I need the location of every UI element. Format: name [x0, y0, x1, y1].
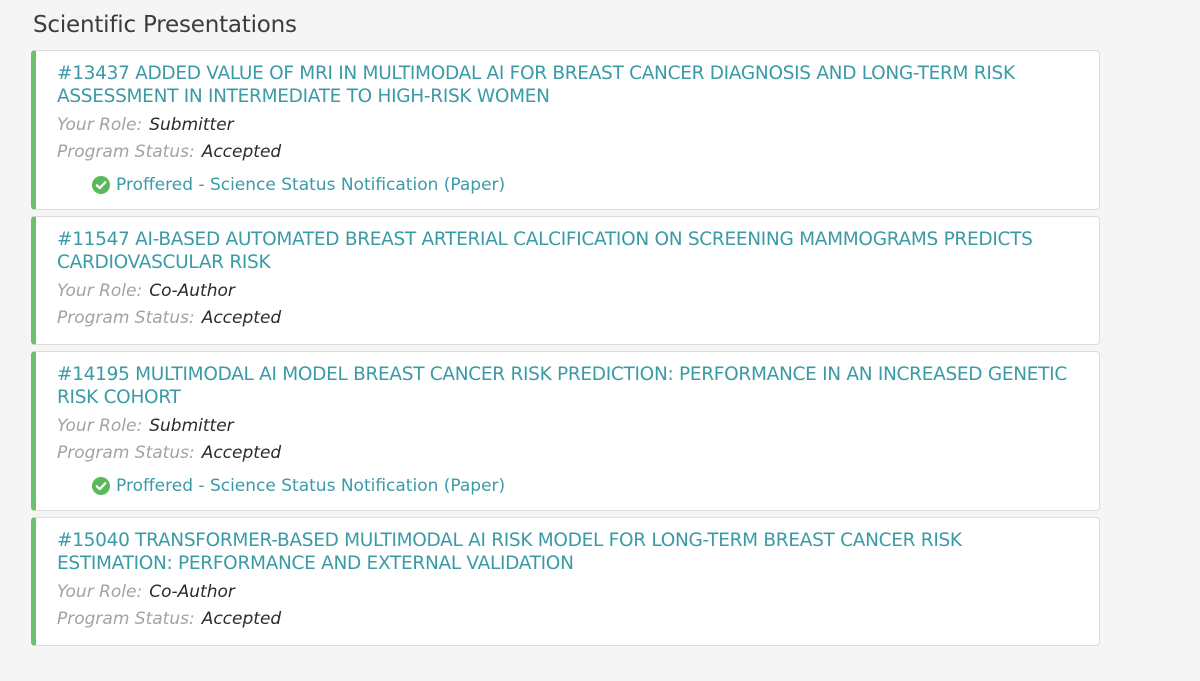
role-value: Submitter	[149, 416, 234, 436]
role-label: Your Role:	[57, 115, 143, 135]
status-value: Accepted	[201, 142, 282, 162]
role-label: Your Role:	[57, 416, 143, 436]
notification-text: Proffered - Science Status Notification …	[116, 476, 506, 496]
status-row: Program Status: Accepted	[57, 305, 1079, 332]
presentation-title-link[interactable]: #14195 MULTIMODAL AI MODEL BREAST CANCER…	[57, 363, 1079, 409]
section-title: Scientific Presentations	[33, 12, 297, 38]
status-notification-link[interactable]: Proffered - Science Status Notification …	[92, 474, 1079, 498]
presentation-title-link[interactable]: #11547 AI-BASED AUTOMATED BREAST ARTERIA…	[57, 228, 1079, 274]
role-value: Co-Author	[149, 582, 235, 602]
check-circle-icon	[92, 477, 110, 495]
status-value: Accepted	[201, 609, 282, 629]
check-circle-icon	[92, 176, 110, 194]
presentation-title-link[interactable]: #15040 TRANSFORMER-BASED MULTIMODAL AI R…	[57, 529, 1079, 575]
role-row: Your Role: Co-Author	[57, 278, 1079, 305]
presentation-card: #14195 MULTIMODAL AI MODEL BREAST CANCER…	[31, 351, 1100, 511]
role-label: Your Role:	[57, 582, 143, 602]
presentation-title-link[interactable]: #13437 ADDED VALUE OF MRI IN MULTIMODAL …	[57, 62, 1079, 108]
status-row: Program Status: Accepted	[57, 440, 1079, 467]
presentation-card: #13437 ADDED VALUE OF MRI IN MULTIMODAL …	[31, 50, 1100, 210]
role-row: Your Role: Submitter	[57, 413, 1079, 440]
status-value: Accepted	[201, 443, 282, 463]
role-value: Submitter	[149, 115, 234, 135]
status-label: Program Status:	[57, 142, 195, 162]
status-value: Accepted	[201, 308, 282, 328]
status-notification-link[interactable]: Proffered - Science Status Notification …	[92, 173, 1079, 197]
role-value: Co-Author	[149, 281, 235, 301]
presentations-page: Scientific Presentations #13437 ADDED VA…	[0, 0, 1200, 681]
presentation-card: #15040 TRANSFORMER-BASED MULTIMODAL AI R…	[31, 517, 1100, 646]
presentation-card: #11547 AI-BASED AUTOMATED BREAST ARTERIA…	[31, 216, 1100, 345]
status-label: Program Status:	[57, 308, 195, 328]
role-row: Your Role: Submitter	[57, 112, 1079, 139]
status-row: Program Status: Accepted	[57, 139, 1079, 166]
notification-text: Proffered - Science Status Notification …	[116, 175, 506, 195]
status-row: Program Status: Accepted	[57, 606, 1079, 633]
status-label: Program Status:	[57, 443, 195, 463]
role-label: Your Role:	[57, 281, 143, 301]
status-label: Program Status:	[57, 609, 195, 629]
role-row: Your Role: Co-Author	[57, 579, 1079, 606]
